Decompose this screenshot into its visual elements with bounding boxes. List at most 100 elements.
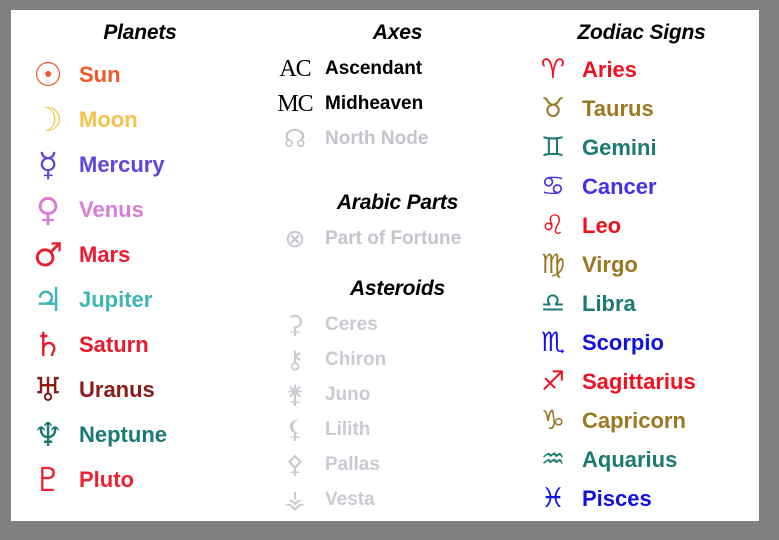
legend-row[interactable]: ♇ Pluto [11,457,263,502]
chiron-icon: ⚷ [285,345,305,374]
legend-row[interactable]: ♀ Venus [11,187,263,232]
arabic-parts-list: ⊗ Part of Fortune [263,221,518,256]
legend-row-label: Cancer [582,173,657,199]
legend-row-label: Sagittarius [582,368,696,394]
mars-icon: ♂ [33,235,63,274]
legend-row-label: Virgo [582,251,638,277]
legend-row-label: Part of Fortune [325,228,462,249]
section-title-axes: Axes [372,21,423,44]
moon-icon: ☽ [33,100,63,139]
legend-row-label: Sun [79,61,121,87]
ceres-icon: ⚳ [285,310,305,339]
pisces-icon: ♓ [540,483,566,514]
legend-row[interactable]: ♆ Neptune [11,412,263,457]
legend-row-label: Neptune [79,421,167,447]
legend-row[interactable]: ♂ Mars [11,232,263,277]
legend-row[interactable]: ♌ Leo [518,206,759,245]
legend-row[interactable]: ♐ Sagittarius [518,362,759,401]
capricorn-icon: ♑ [540,405,566,436]
legend-row-label: Ceres [325,314,378,335]
scorpio-icon: ♏ [540,327,566,358]
neptune-icon: ♆ [33,415,63,454]
legend-row-label: Aquarius [582,446,678,472]
juno-icon: ⚵ [285,380,305,409]
legend-row[interactable]: ♉ Taurus [518,89,759,128]
aries-icon: ♈ [540,54,566,85]
legend-row-label: Venus [79,196,144,222]
column-planets: Planets ☉ Sun ☽ Moon ☿ Mercury ♀ Venus ♂ Mars ♃ Jup… [11,10,263,521]
legend-row[interactable]: ♏ Scorpio [518,323,759,362]
legend-row-label: Taurus [582,95,654,121]
north-node-icon: ☊ [283,124,307,153]
legend-row[interactable]: ☉ Sun [11,52,263,97]
virgo-icon: ♍ [540,249,566,280]
legend-row-label: Gemini [582,134,657,160]
legend-row[interactable]: ☊ North Node [263,121,518,156]
legend-row-label: Mars [79,241,131,267]
legend-row[interactable]: ⊗ Part of Fortune [263,221,518,256]
legend-row-label: Scorpio [582,329,664,355]
uranus-icon: ♅ [33,370,63,409]
mercury-icon: ☿ [37,145,59,184]
legend-row[interactable]: ☽ Moon [11,97,263,142]
jupiter-icon: ♃ [33,280,63,319]
legend-row-label: Pluto [79,466,134,492]
legend-row[interactable]: ♃ Jupiter [11,277,263,322]
legend-columns: Planets ☉ Sun ☽ Moon ☿ Mercury ♀ Venus ♂ Mars ♃ Jup… [11,10,759,521]
legend-row-label: Aries [582,56,638,82]
legend-row-label: Uranus [79,376,155,402]
lilith-icon: ⚸ [285,415,305,444]
cancer-icon: ♋ [540,171,566,202]
legend-row[interactable]: ♅ Uranus [11,367,263,412]
legend-row-label: Saturn [79,331,149,357]
legend-row[interactable]: ☿ Mercury [11,142,263,187]
legend-row[interactable]: ♄ Saturn [11,322,263,367]
section-title-planets: Planets [103,21,177,44]
legend-row-label: Pallas [325,454,380,475]
zodiac-list: ♈ Aries ♉ Taurus ♊ Gemini ♋ Cancer ♌ Leo ♍ Virgo ♎ Li… [518,50,759,518]
legend-row-label: Jupiter [79,286,153,312]
part-of-fortune-icon: ⊗ [284,224,306,253]
legend-row-label: Leo [582,212,622,238]
aquarius-icon: ♒ [540,444,566,475]
legend-row[interactable]: ♋ Cancer [518,167,759,206]
ascendant-icon: AC [279,55,311,82]
sagittarius-icon: ♐ [540,366,566,397]
legend-row[interactable]: ♍ Virgo [518,245,759,284]
legend-row[interactable]: ♊ Gemini [518,128,759,167]
legend-row-label: Capricorn [582,407,686,433]
section-title-arabic-parts: Arabic Parts [336,191,459,214]
section-title-asteroids: Asteroids [349,277,446,300]
gemini-icon: ♊ [540,132,566,163]
legend-row[interactable]: ♒ Aquarius [518,440,759,479]
libra-icon: ♎ [540,288,566,319]
planet-list: ☉ Sun ☽ Moon ☿ Mercury ♀ Venus ♂ Mars ♃ Jupiter ♄ Sat… [11,52,263,502]
spacer-arabic-asteroids [263,256,518,266]
vesta-icon: ⚶ [284,485,306,514]
legend-row[interactable]: MC Midheaven [263,86,518,121]
legend-row-label: Vesta [325,489,375,510]
legend-row[interactable]: ♈ Aries [518,50,759,89]
legend-row[interactable]: ⚴ Pallas [263,447,518,482]
legend-row-label: Pisces [582,485,652,511]
legend-row-label: Mercury [79,151,165,177]
axes-list: AC Ascendant MC Midheaven ☊ North Node [263,51,518,156]
legend-row-label: Chiron [325,349,387,370]
legend-row[interactable]: ⚷ Chiron [263,342,518,377]
legend-row[interactable]: ♓ Pisces [518,479,759,518]
pallas-icon: ⚴ [285,450,305,479]
legend-row[interactable]: ♎ Libra [518,284,759,323]
legend-row[interactable]: ⚳ Ceres [263,307,518,342]
legend-row-label: North Node [325,128,429,149]
legend-row[interactable]: AC Ascendant [263,51,518,86]
column-axes: Axes AC Ascendant MC Midheaven ☊ North Node A… [263,10,518,521]
venus-icon: ♀ [35,190,61,229]
column-zodiac: Zodiac Signs ♈ Aries ♉ Taurus ♊ Gemini ♋ Cancer… [518,10,759,521]
legend-row[interactable]: ⚵ Juno [263,377,518,412]
spacer-axes-arabic [263,156,518,180]
asteroid-list: ⚳ Ceres ⚷ Chiron ⚵ Juno ⚸ Lilith ⚴ Pallas ⚶ Vesta [263,307,518,517]
legend-row[interactable]: ⚶ Vesta [263,482,518,517]
legend-row[interactable]: ♑ Capricorn [518,401,759,440]
legend-row-label: Libra [582,290,636,316]
legend-row[interactable]: ⚸ Lilith [263,412,518,447]
